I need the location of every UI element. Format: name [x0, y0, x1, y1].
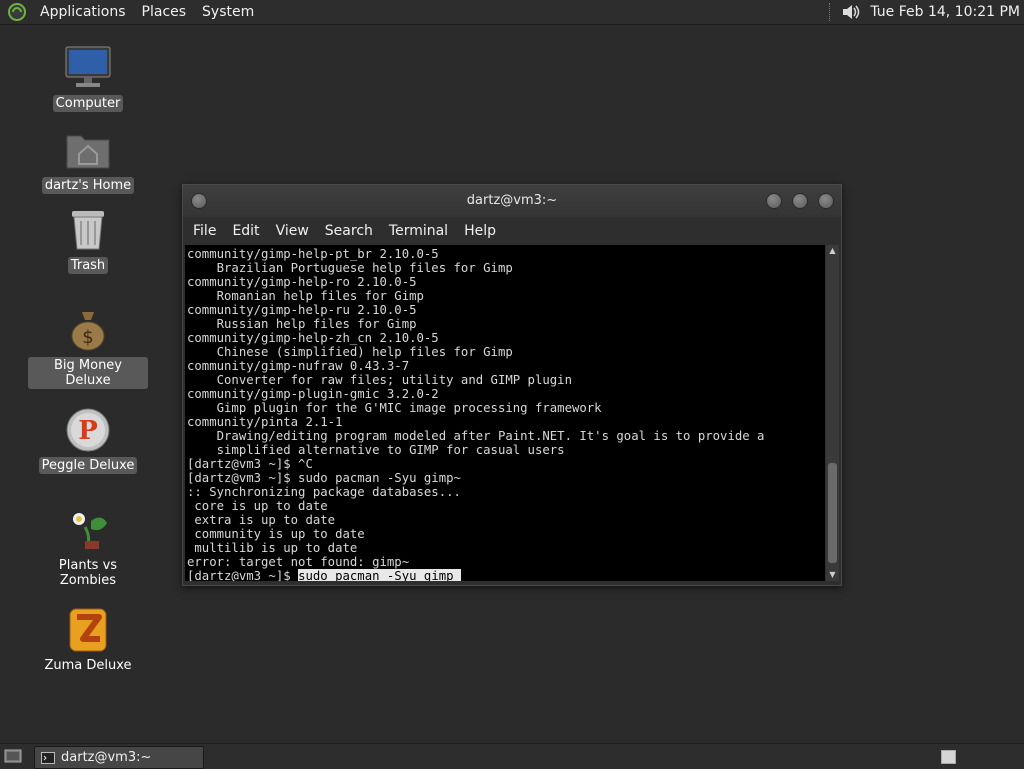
clock[interactable]: Tue Feb 14, 10:21 PM — [870, 4, 1020, 20]
terminal-line: Gimp plugin for the G'MIC image processi… — [187, 401, 602, 415]
svg-text:P: P — [78, 416, 98, 446]
applications-menu[interactable]: Applications — [32, 4, 134, 20]
terminal-line: extra is up to date — [187, 513, 336, 527]
terminal-line: :: Synchronizing package databases... — [187, 485, 461, 499]
terminal-line: [dartz@vm3 ~]$ ^C — [187, 457, 313, 471]
terminal-line: core is up to date — [187, 499, 328, 513]
desktop-icon-plants-vs-zombies[interactable]: Plants vs Zombies — [28, 506, 148, 589]
window-menu-button[interactable] — [191, 193, 207, 209]
scroll-up-icon[interactable]: ▲ — [826, 245, 839, 257]
menu-file[interactable]: File — [185, 223, 224, 239]
menu-view[interactable]: View — [268, 223, 317, 239]
home-folder-icon — [64, 126, 112, 174]
terminal-line: community/gimp-plugin-gmic 3.2.0-2 — [187, 387, 439, 401]
terminal-line: Brazilian Portuguese help files for Gimp — [187, 261, 513, 275]
terminal-line: simplified alternative to GIMP for casua… — [187, 443, 565, 457]
terminal-current-input[interactable]: sudo pacman -Syu gimp — [298, 569, 461, 581]
peggle-icon: P — [64, 406, 112, 454]
terminal-prompt: [dartz@vm3 ~]$ — [187, 569, 299, 581]
terminal-line: Romanian help files for Gimp — [187, 289, 424, 303]
trash-icon — [64, 206, 112, 254]
terminal-scrollbar[interactable]: ▲ ▼ — [826, 245, 839, 581]
top-panel: Applications Places System Tue Feb 14, 1… — [0, 0, 1024, 25]
desktop-icon-label: Plants vs Zombies — [58, 558, 118, 588]
desktop-icon-label: Zuma Deluxe — [44, 658, 132, 673]
volume-icon[interactable] — [840, 1, 862, 23]
terminal-line: Chinese (simplified) help files for Gimp — [187, 345, 513, 359]
maximize-button[interactable] — [792, 193, 808, 209]
taskbar-button-terminal[interactable]: dartz@vm3:~ — [34, 746, 204, 769]
menu-search[interactable]: Search — [317, 223, 381, 239]
terminal-line: community/gimp-help-zh_cn 2.10.0-5 — [187, 331, 439, 345]
desktop-icon-label: Big Money Deluxe — [28, 357, 148, 389]
terminal-line: [dartz@vm3 ~]$ sudo pacman -Syu gimp~ — [187, 471, 461, 485]
desktop-icon-label: dartz's Home — [41, 177, 135, 194]
menu-edit[interactable]: Edit — [224, 223, 267, 239]
distro-logo-icon[interactable] — [6, 1, 28, 23]
menu-help[interactable]: Help — [456, 223, 504, 239]
terminal-window: dartz@vm3:~ File Edit View Search Termin… — [182, 184, 842, 586]
terminal-line: Russian help files for Gimp — [187, 317, 417, 331]
terminal-line: Drawing/editing program modeled after Pa… — [187, 429, 765, 443]
panel-separator — [829, 3, 832, 21]
svg-text:$: $ — [82, 327, 93, 348]
system-menu[interactable]: System — [194, 4, 262, 20]
bottom-panel: dartz@vm3:~ — [0, 743, 1024, 769]
workspace-switcher[interactable] — [941, 750, 956, 764]
scrollbar-thumb[interactable] — [828, 463, 837, 563]
terminal-menubar: File Edit View Search Terminal Help — [183, 217, 841, 245]
terminal-line: community is up to date — [187, 527, 365, 541]
desktop-icon-trash[interactable]: Trash — [28, 206, 148, 274]
terminal-line: community/gimp-help-pt_br 2.10.0-5 — [187, 247, 439, 261]
computer-icon — [64, 44, 112, 92]
terminal-line: multilib is up to date — [187, 541, 358, 555]
scroll-down-icon[interactable]: ▼ — [826, 569, 839, 581]
window-title: dartz@vm3:~ — [466, 193, 558, 208]
minimize-button[interactable] — [766, 193, 782, 209]
terminal-line: error: target not found: gimp~ — [187, 555, 410, 569]
terminal-line: community/gimp-help-ru 2.10.0-5 — [187, 303, 417, 317]
desktop-icon-zuma-deluxe[interactable]: Zuma Deluxe — [28, 606, 148, 674]
places-menu[interactable]: Places — [134, 4, 195, 20]
terminal-line: Converter for raw files; utility and GIM… — [187, 373, 572, 387]
window-titlebar[interactable]: dartz@vm3:~ — [183, 185, 841, 217]
terminal-line: community/pinta 2.1-1 — [187, 415, 343, 429]
show-desktop-icon[interactable] — [4, 748, 22, 764]
desktop-icon-label: Computer — [52, 95, 124, 112]
desktop-icon-big-money-deluxe[interactable]: $ Big Money Deluxe — [28, 306, 148, 389]
terminal-line: community/gimp-help-ro 2.10.0-5 — [187, 275, 417, 289]
plants-vs-zombies-icon — [64, 506, 112, 554]
zuma-icon — [64, 606, 112, 654]
taskbar-button-label: dartz@vm3:~ — [61, 750, 152, 765]
close-button[interactable] — [818, 193, 834, 209]
terminal-line: community/gimp-nufraw 0.43.3-7 — [187, 359, 410, 373]
desktop-icon-computer[interactable]: Computer — [28, 44, 148, 112]
terminal-icon — [41, 751, 55, 764]
terminal-prompt-line[interactable]: [dartz@vm3 ~]$ sudo pacman -Syu gimp — [187, 569, 825, 581]
desktop-icon-home[interactable]: dartz's Home — [28, 126, 148, 194]
terminal-output[interactable]: community/gimp-help-pt_br 2.10.0-5 Brazi… — [185, 245, 825, 581]
menu-terminal[interactable]: Terminal — [381, 223, 456, 239]
desktop-icon-label: Trash — [67, 257, 109, 274]
desktop-icon-peggle-deluxe[interactable]: P Peggle Deluxe — [28, 406, 148, 474]
money-bag-icon: $ — [64, 306, 112, 354]
desktop-icon-label: Peggle Deluxe — [38, 457, 138, 474]
